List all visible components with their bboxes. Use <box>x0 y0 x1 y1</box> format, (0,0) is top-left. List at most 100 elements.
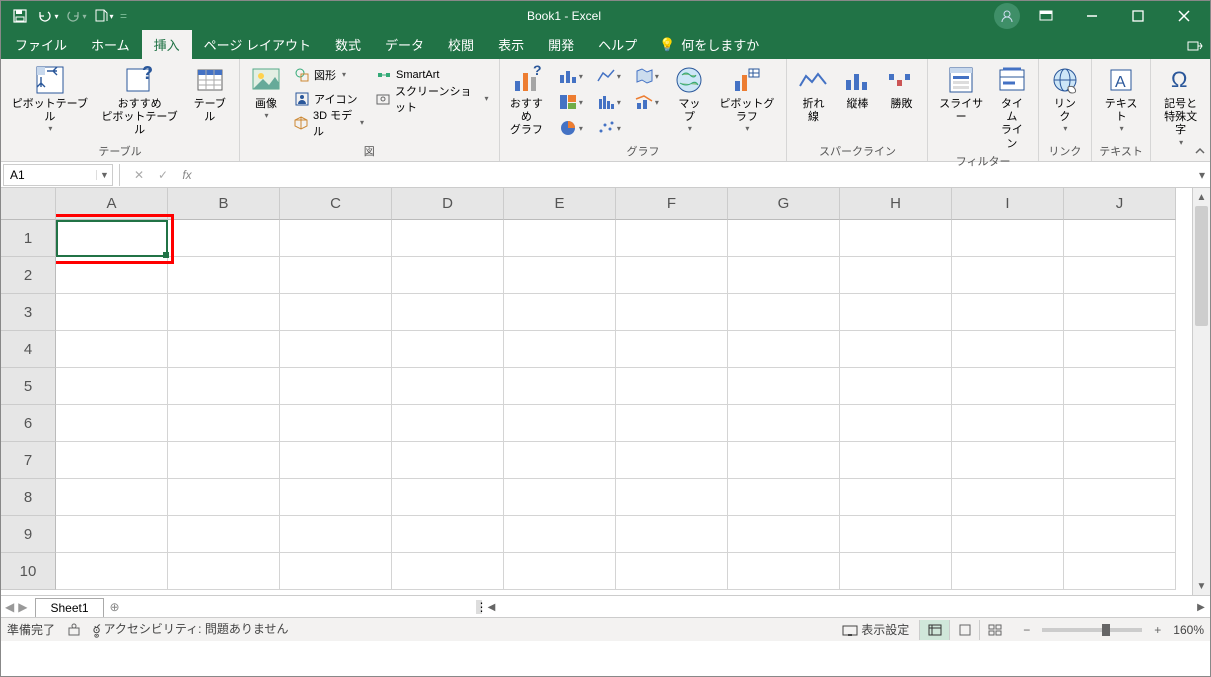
pivot-table-button[interactable]: ピボットテーブル▾ <box>5 62 95 136</box>
ribbon-display-options-button[interactable] <box>1026 2 1066 30</box>
link-button[interactable]: リン ク▾ <box>1043 62 1087 136</box>
column-chart-button[interactable]: ▾ <box>553 64 587 88</box>
tab-file[interactable]: ファイル <box>3 30 79 59</box>
tab-scroll-split[interactable]: ⋮ <box>476 600 482 614</box>
col-header-h[interactable]: H <box>840 188 952 220</box>
name-box-dropdown[interactable]: ▼ <box>96 170 112 180</box>
col-header-f[interactable]: F <box>616 188 728 220</box>
user-account-button[interactable] <box>994 3 1020 29</box>
sparkline-winloss-button[interactable]: 勝敗 <box>879 62 923 113</box>
select-all-corner[interactable] <box>1 188 56 220</box>
view-page-layout-button[interactable] <box>949 620 979 640</box>
col-header-e[interactable]: E <box>504 188 616 220</box>
tab-view[interactable]: 表示 <box>486 30 536 59</box>
slicer-button[interactable]: スライサー <box>932 62 989 126</box>
col-header-b[interactable]: B <box>168 188 280 220</box>
vertical-scroll-thumb[interactable] <box>1195 206 1208 326</box>
line-chart-button[interactable]: ▾ <box>591 64 625 88</box>
formula-input[interactable] <box>202 164 1194 186</box>
pivot-chart-button[interactable]: ピボットグラフ▾ <box>711 62 782 136</box>
row-header-2[interactable]: 2 <box>1 257 56 294</box>
share-button[interactable] <box>1180 33 1210 59</box>
formula-cancel-button[interactable]: ✕ <box>130 168 148 182</box>
picture-button[interactable]: 画像▾ <box>244 62 288 123</box>
undo-button[interactable]: ▾ <box>35 4 61 28</box>
shapes-button[interactable]: 図形▾ <box>292 64 366 85</box>
formula-bar-expand[interactable]: ▾ <box>1194 168 1210 182</box>
view-page-break-button[interactable] <box>979 620 1009 640</box>
col-header-i[interactable]: I <box>952 188 1064 220</box>
row-header-4[interactable]: 4 <box>1 331 56 368</box>
row-header-6[interactable]: 6 <box>1 405 56 442</box>
maps-chart-button[interactable]: ▾ <box>629 64 663 88</box>
row-header-8[interactable]: 8 <box>1 479 56 516</box>
cells-area[interactable] <box>56 220 1192 590</box>
macro-record-icon[interactable] <box>67 623 81 637</box>
scroll-up-button[interactable]: ▲ <box>1193 188 1210 206</box>
zoom-in-button[interactable]: + <box>1150 623 1165 637</box>
recommended-charts-button[interactable]: ? おすすめ グラフ <box>504 62 550 140</box>
redo-button[interactable]: ▾ <box>63 4 89 28</box>
col-header-c[interactable]: C <box>280 188 392 220</box>
row-header-7[interactable]: 7 <box>1 442 56 479</box>
display-settings-button[interactable]: 表示設定 <box>842 621 909 638</box>
hierarchy-chart-button[interactable]: ▾ <box>553 90 587 114</box>
sparkline-column-button[interactable]: 縦棒 <box>835 62 879 113</box>
timeline-button[interactable]: タイム ライン <box>990 62 1034 153</box>
print-preview-button[interactable]: ▾ <box>91 4 117 28</box>
row-header-3[interactable]: 3 <box>1 294 56 331</box>
screenshot-button[interactable]: スクリーンショット▾ <box>374 88 490 109</box>
name-box[interactable]: A1 ▼ <box>3 164 113 186</box>
row-header-1[interactable]: 1 <box>1 220 56 257</box>
minimize-button[interactable] <box>1072 2 1112 30</box>
statistical-chart-button[interactable]: ▾ <box>591 90 625 114</box>
col-header-d[interactable]: D <box>392 188 504 220</box>
tell-me-search[interactable]: 💡 何をしますか <box>649 30 769 59</box>
tab-page-layout[interactable]: ページ レイアウト <box>192 30 323 59</box>
sparkline-line-button[interactable]: 折れ線 <box>791 62 835 126</box>
col-header-j[interactable]: J <box>1064 188 1176 220</box>
close-button[interactable] <box>1164 2 1204 30</box>
scatter-chart-button[interactable]: ▾ <box>591 116 625 140</box>
col-header-g[interactable]: G <box>728 188 840 220</box>
vertical-scrollbar[interactable]: ▲ ▼ <box>1192 188 1210 595</box>
insert-function-button[interactable]: fx <box>178 168 196 182</box>
tab-formulas[interactable]: 数式 <box>323 30 373 59</box>
row-header-5[interactable]: 5 <box>1 368 56 405</box>
zoom-level[interactable]: 160% <box>1173 623 1204 637</box>
table-button[interactable]: テーブル <box>184 62 235 126</box>
row-header-10[interactable]: 10 <box>1 553 56 590</box>
col-header-a[interactable]: A <box>56 188 168 220</box>
zoom-slider[interactable] <box>1042 628 1142 632</box>
maximize-button[interactable] <box>1118 2 1158 30</box>
tab-home[interactable]: ホーム <box>79 30 142 59</box>
tab-insert[interactable]: 挿入 <box>142 30 192 59</box>
sheet-nav-next[interactable]: ▶ <box>18 600 27 614</box>
row-header-9[interactable]: 9 <box>1 516 56 553</box>
sheet-tab-sheet1[interactable]: Sheet1 <box>35 598 103 617</box>
maps-button[interactable]: マップ▾ <box>667 62 711 136</box>
tab-data[interactable]: データ <box>373 30 436 59</box>
group-illustrations: 画像▾ 図形▾ アイコン 3D モデル▾ SmartArt スクリーンショット▾… <box>240 59 499 161</box>
add-sheet-button[interactable]: ⊕ <box>104 600 126 614</box>
tell-me-label: 何をしますか <box>681 35 759 54</box>
view-normal-button[interactable] <box>919 620 949 640</box>
3d-models-button[interactable]: 3D モデル▾ <box>292 112 366 133</box>
formula-enter-button[interactable]: ✓ <box>154 168 172 182</box>
recommended-pivot-button[interactable]: ? おすすめ ピボットテーブル <box>95 62 185 140</box>
sheet-nav-prev[interactable]: ◀ <box>5 600 14 614</box>
svg-text:?: ? <box>533 65 541 78</box>
symbols-button[interactable]: Ω記号と 特殊文字▾ <box>1155 62 1206 149</box>
text-button[interactable]: Aテキスト▾ <box>1096 62 1146 136</box>
tab-review[interactable]: 校閲 <box>436 30 486 59</box>
accessibility-status[interactable]: ఠ్ఠ アクセシビリティ: 問題ありません <box>93 620 288 639</box>
zoom-slider-knob[interactable] <box>1102 624 1110 636</box>
tab-help[interactable]: ヘルプ <box>586 30 649 59</box>
zoom-out-button[interactable]: − <box>1019 623 1034 637</box>
ribbon-collapse-button[interactable] <box>1194 145 1206 157</box>
combo-chart-button[interactable]: ▾ <box>629 90 663 114</box>
save-button[interactable] <box>7 4 33 28</box>
scroll-down-button[interactable]: ▼ <box>1193 577 1210 595</box>
tab-developer[interactable]: 開発 <box>536 30 586 59</box>
pie-chart-button[interactable]: ▾ <box>553 116 587 140</box>
